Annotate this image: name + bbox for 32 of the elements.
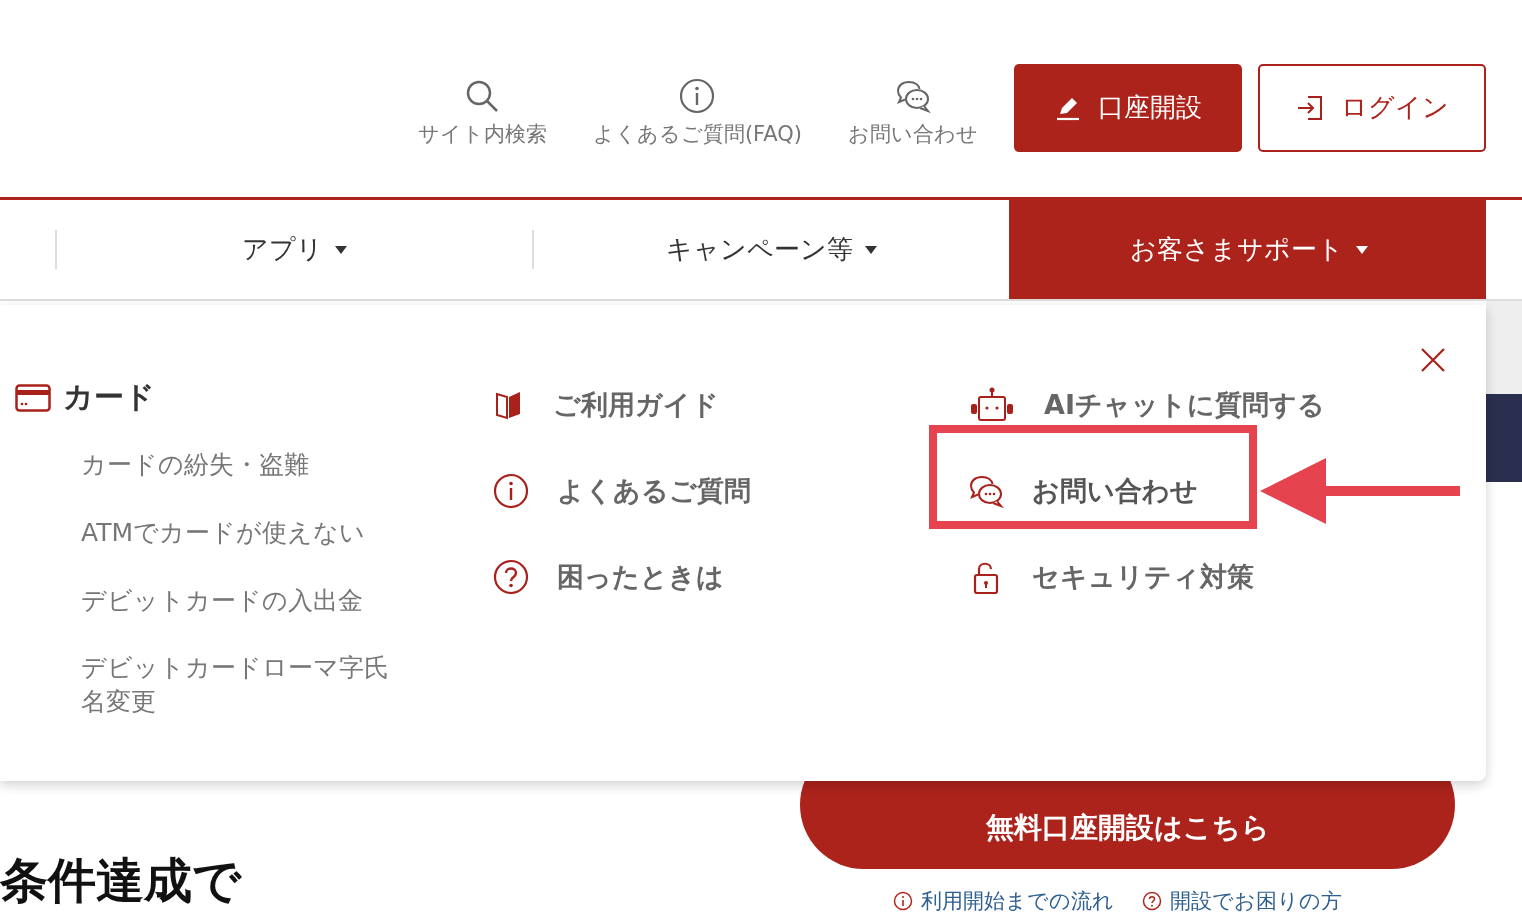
page-link[interactable]: 開設でお困りの方 bbox=[1170, 887, 1342, 913]
menu-link[interactable]: よくあるご質問 bbox=[557, 473, 751, 509]
caret-icon bbox=[335, 244, 347, 255]
help-icon bbox=[1142, 891, 1162, 911]
utility-link[interactable]: サイト内検索 bbox=[417, 77, 547, 148]
utility-link[interactable]: お問い合わせ bbox=[848, 77, 978, 148]
utility-link[interactable]: よくあるご質問(FAQ) bbox=[592, 77, 802, 148]
nav-tab[interactable]: アプリ bbox=[55, 230, 532, 269]
card-icon bbox=[15, 383, 51, 412]
help-icon bbox=[493, 559, 529, 595]
page-link[interactable]: 利用開始までの流れ bbox=[921, 887, 1114, 913]
info-icon bbox=[493, 473, 529, 509]
caret-icon bbox=[865, 244, 877, 255]
menu-link[interactable]: ご利用ガイド bbox=[553, 387, 719, 423]
account-open-button[interactable]: 口座開設 bbox=[1014, 63, 1242, 152]
caret-icon bbox=[1355, 244, 1368, 255]
menu-link[interactable]: デビットカードローマ字氏名変更 bbox=[81, 651, 401, 719]
menu-link[interactable]: AIチャットに質問する bbox=[1044, 387, 1325, 423]
menu-link[interactable]: お問い合わせ bbox=[1032, 473, 1198, 509]
menu-link[interactable]: セキュリティ対策 bbox=[1032, 559, 1254, 595]
login-button[interactable]: ログイン bbox=[1258, 63, 1486, 152]
info-icon bbox=[679, 77, 716, 114]
info-icon bbox=[893, 891, 913, 911]
chat-bubbles-icon bbox=[968, 473, 1004, 509]
menu-link[interactable]: カードの紛失・盗難 bbox=[81, 448, 401, 482]
menu-link[interactable]: 困ったときは bbox=[557, 559, 724, 595]
menu-link[interactable]: ATMでカードが使えない bbox=[81, 515, 401, 550]
nav-tab[interactable]: お客さまサポート bbox=[1009, 200, 1486, 299]
menu-link[interactable]: デビットカードの入出金 bbox=[81, 583, 401, 618]
page-heading: 条件達成で bbox=[0, 851, 241, 910]
robot-icon bbox=[968, 387, 1016, 423]
section-title: カード bbox=[63, 378, 155, 416]
